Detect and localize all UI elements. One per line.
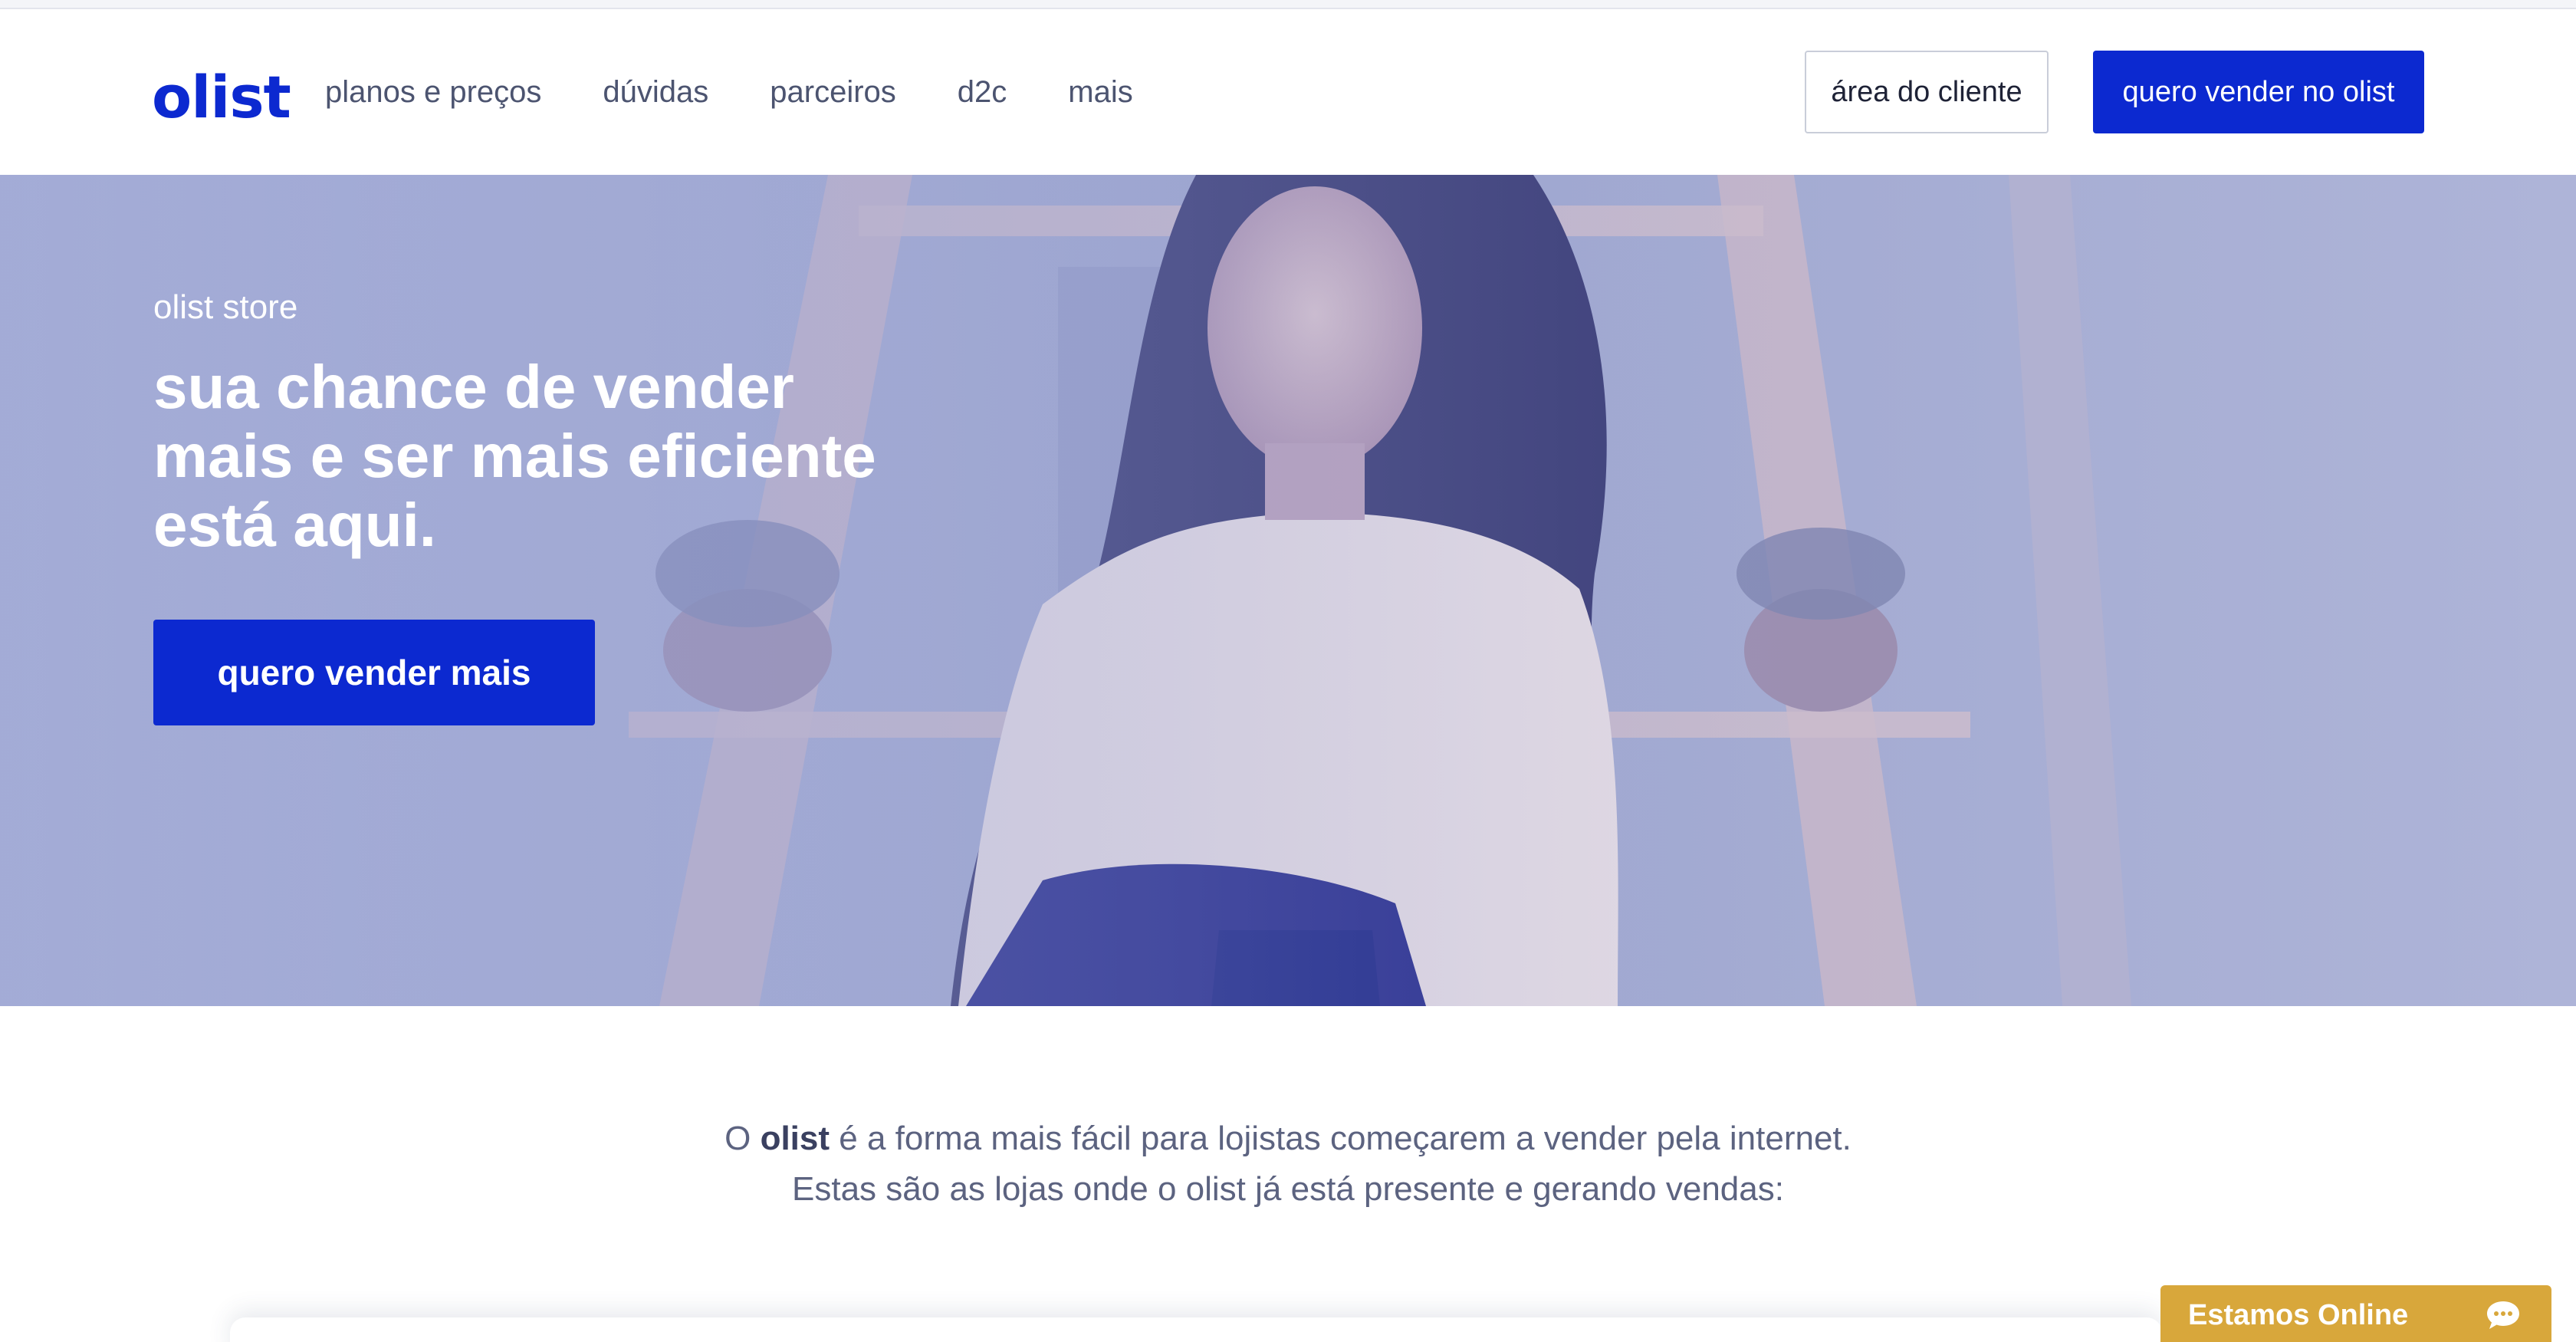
sell-more-button[interactable]: quero vender mais (153, 620, 595, 725)
olist-logo[interactable]: olist (152, 63, 291, 131)
main-nav: planos e preços dúvidas parceiros d2c ma… (325, 9, 1133, 175)
sell-on-olist-button[interactable]: quero vender no olist (2093, 51, 2424, 133)
intro-line-1: O olist é a forma mais fácil para lojist… (0, 1113, 2576, 1164)
intro-suffix: é a forma mais fácil para lojistas começ… (830, 1120, 1852, 1157)
stores-card (230, 1317, 2162, 1342)
chat-widget[interactable]: Estamos Online (2160, 1285, 2551, 1342)
nav-item-planos[interactable]: planos e preços (325, 75, 541, 110)
hero-kicker: olist store (153, 288, 298, 326)
intro-section: O olist é a forma mais fácil para lojist… (0, 1113, 2576, 1215)
hero-overlay (0, 175, 2576, 1006)
client-area-button[interactable]: área do cliente (1805, 51, 2049, 133)
hero-title: sua chance de vender mais e ser mais efi… (153, 353, 876, 559)
hero-banner: olist store sua chance de vender mais e … (0, 175, 2576, 1006)
nav-item-mais[interactable]: mais (1068, 75, 1132, 110)
intro-brand: olist (760, 1120, 830, 1157)
intro-line-2: Estas são as lojas onde o olist já está … (792, 1170, 1784, 1208)
nav-item-d2c[interactable]: d2c (958, 75, 1007, 110)
chat-bubble-icon (2486, 1300, 2521, 1330)
site-header: olist planos e preços dúvidas parceiros … (0, 9, 2576, 175)
nav-item-duvidas[interactable]: dúvidas (603, 75, 708, 110)
chat-label: Estamos Online (2188, 1298, 2409, 1331)
nav-item-parceiros[interactable]: parceiros (770, 75, 896, 110)
intro-prefix: O (724, 1120, 761, 1157)
browser-top-strip (0, 0, 2576, 9)
